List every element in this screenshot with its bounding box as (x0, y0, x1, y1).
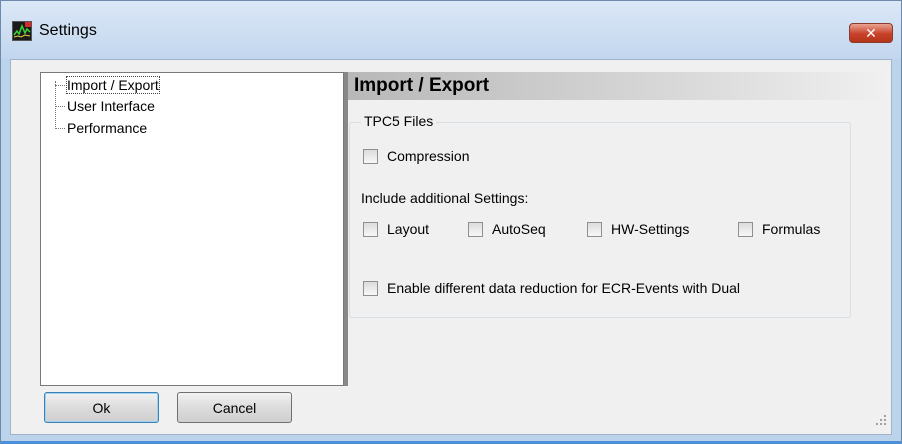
checkbox-box[interactable] (738, 221, 753, 237)
include-settings-label: Include additional Settings: (361, 190, 529, 206)
tree-item-import-export[interactable]: Import / Export (55, 76, 160, 94)
settings-window: Settings ✕ Import / Export User Interfac… (0, 0, 902, 444)
compression-label: Compression (387, 148, 470, 164)
resize-grip-icon[interactable] (875, 414, 887, 426)
close-icon: ✕ (865, 24, 877, 41)
group-title: TPC5 Files (361, 113, 437, 129)
checkbox-box[interactable] (363, 280, 378, 296)
checkbox-box[interactable] (587, 221, 602, 237)
compression-checkbox[interactable]: Compression (363, 148, 469, 164)
layout-checkbox[interactable]: Layout (363, 221, 429, 237)
window-title: Settings (39, 22, 97, 39)
app-icon (12, 21, 32, 41)
close-button[interactable]: ✕ (849, 23, 893, 43)
checkbox-box[interactable] (363, 221, 378, 237)
checkbox-box[interactable] (468, 221, 483, 237)
tree-item-user-interface[interactable]: User Interface (55, 97, 155, 115)
panel-header: Import / Export (348, 72, 888, 100)
settings-tree[interactable]: Import / Export User Interface Performan… (40, 72, 344, 386)
tree-item-label: User Interface (67, 98, 155, 114)
hw-settings-checkbox[interactable]: HW-Settings (587, 221, 689, 237)
autoseq-label: AutoSeq (492, 221, 546, 237)
autoseq-checkbox[interactable]: AutoSeq (468, 221, 546, 237)
formulas-checkbox[interactable]: Formulas (738, 221, 820, 237)
tree-item-label: Import / Export (66, 76, 160, 94)
dialog-client-area: Import / Export User Interface Performan… (10, 59, 892, 435)
panel-splitter[interactable] (344, 72, 348, 386)
layout-label: Layout (387, 221, 430, 237)
tree-item-performance[interactable]: Performance (55, 119, 147, 137)
dual-reduction-checkbox[interactable]: Enable different data reduction for ECR-… (363, 280, 740, 296)
title-bar[interactable]: Settings ✕ (1, 1, 901, 59)
ok-button[interactable]: Ok (44, 392, 159, 423)
checkbox-box[interactable] (363, 148, 378, 164)
dual-reduction-label: Enable different data reduction for ECR-… (387, 280, 741, 296)
hw-settings-label: HW-Settings (611, 221, 690, 237)
formulas-label: Formulas (762, 221, 821, 237)
tree-item-label: Performance (67, 120, 148, 136)
cancel-button[interactable]: Cancel (177, 392, 292, 423)
